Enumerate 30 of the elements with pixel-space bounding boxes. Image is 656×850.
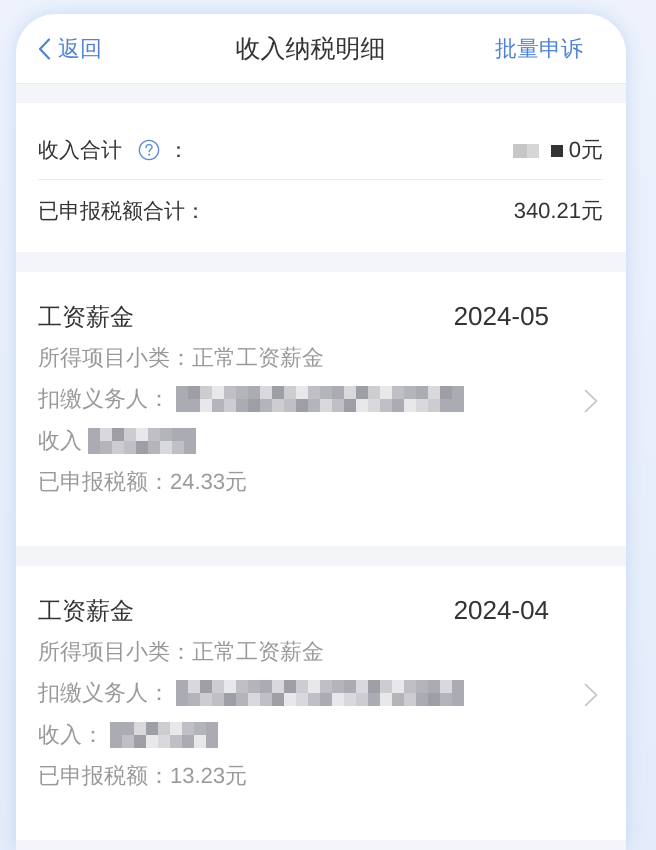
field-value: 24.33元 [170,468,248,496]
back-button[interactable]: 返回 [38,34,102,64]
label-colon: ： [168,138,189,164]
record-period: 2024-04 [454,595,549,626]
chevron-right-icon [584,389,598,413]
field-label: 收入： [38,720,104,749]
field-label: 所得项目小类： [38,638,192,666]
record-period: 2024-05 [454,301,549,332]
summary-label: 收入合计 [38,138,122,164]
chevron-right-icon [584,683,598,707]
field-value: 正常工资薪金 [192,344,324,372]
field-label: 已申报税额： [38,762,170,790]
field-value: 正常工资薪金 [192,638,324,666]
field-label: 已申报税额： [38,468,170,496]
record-title: 工资薪金 [38,302,134,332]
field-label: 扣缴义务人： [38,385,170,414]
field-label: 所得项目小类： [38,344,192,372]
summary-value: 0元 [568,136,603,164]
batch-appeal-button[interactable]: 批量申诉 [495,34,583,64]
chevron-left-icon [38,38,51,60]
record-title: 工资薪金 [38,596,134,626]
help-icon[interactable] [138,139,160,161]
field-label: 收入 [38,426,82,455]
field-label: 扣缴义务人： [38,679,170,708]
summary-value: 340.21元 [514,197,603,225]
record-card[interactable]: 工资薪金 2024-05 所得项目小类：正常工资薪金 扣缴义务人： 收入 已申报税额：24.33元 [16,272,626,546]
page-title: 收入纳税明细 [236,34,386,65]
record-card[interactable]: 工资薪金 2024-04 所得项目小类：正常工资薪金 扣缴义务人： 收入： 已申报税额：13.23元 [16,566,626,840]
summary-label: 已申报税额合计： [38,199,206,225]
field-value: 13.23元 [170,762,248,790]
